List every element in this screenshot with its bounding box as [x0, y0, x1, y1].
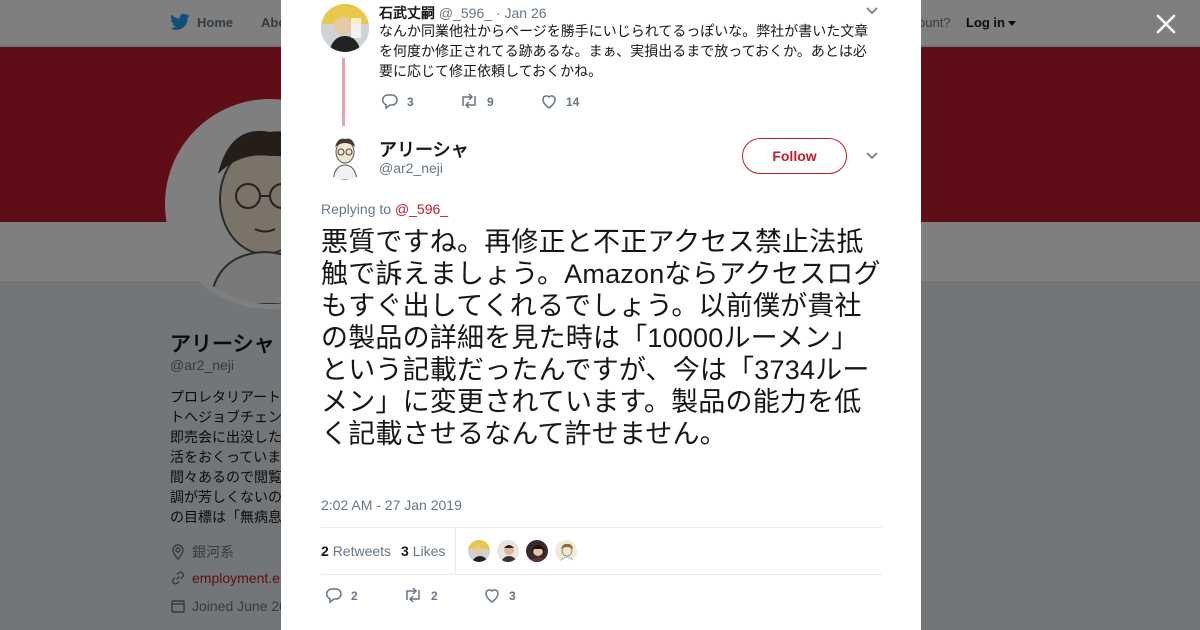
liker-avatar[interactable] — [496, 539, 520, 563]
tweet-stats: 2 Retweets 3 Likes — [321, 527, 882, 575]
retweets-stat[interactable]: 2 Retweets — [321, 543, 391, 559]
stats-divider — [455, 528, 456, 574]
tweet-author-handle[interactable]: @ar2_neji — [379, 160, 443, 176]
retweet-icon — [462, 93, 476, 109]
retweets-stat-label: Retweets — [332, 543, 392, 559]
like-button[interactable]: 3 — [483, 586, 516, 604]
close-icon[interactable] — [1154, 12, 1178, 36]
separator-dot: · — [495, 5, 501, 21]
retweet-count: 2 — [431, 589, 438, 603]
parent-tweet-handle[interactable]: @_596_ — [439, 5, 492, 21]
reply-button[interactable]: 3 — [381, 92, 414, 110]
replying-to-link[interactable]: @_596_ — [395, 201, 448, 217]
liker-avatar[interactable] — [467, 539, 491, 563]
tweet-author-avatar[interactable] — [321, 132, 369, 180]
reply-icon — [381, 94, 398, 110]
tweet-modal: 石武丈嗣 @_596_ · Jan 26 なんか同業他社からページを勝手にいじら… — [281, 0, 921, 630]
tweet-text: 悪質ですね。再修正と不正アクセス禁止法抵触で訴えましょう。Amazonならアクセ… — [321, 227, 881, 449]
heart-icon — [542, 95, 556, 109]
heart-icon — [485, 589, 499, 603]
thread-line — [342, 58, 345, 126]
liker-avatar[interactable] — [525, 539, 549, 563]
replying-to-label: Replying to — [321, 201, 392, 217]
likes-stat-count: 3 — [401, 543, 409, 559]
parent-tweet-header: 石武丈嗣 @_596_ · Jan 26 — [379, 3, 547, 23]
parent-tweet-date[interactable]: Jan 26 — [505, 5, 547, 21]
tweet-timestamp[interactable]: 2:02 AM - 27 Jan 2019 — [321, 497, 462, 513]
replying-to: Replying to @_596_ — [321, 201, 448, 217]
retweet-icon — [406, 587, 420, 603]
parent-tweet-name[interactable]: 石武丈嗣 — [379, 5, 435, 21]
retweets-stat-count: 2 — [321, 543, 329, 559]
parent-tweet-avatar[interactable] — [321, 4, 369, 52]
likes-stat-label: Likes — [412, 543, 446, 559]
tweet-author-name[interactable]: アリーシャ — [379, 136, 469, 162]
retweet-button[interactable]: 2 — [403, 586, 438, 604]
retweet-button[interactable]: 9 — [459, 92, 494, 110]
reply-count: 2 — [351, 589, 358, 603]
like-count: 14 — [566, 95, 580, 109]
parent-tweet-text: なんか同業他社からページを勝手にいじられてるっぽいな。弊社が書いた文章を何度か修… — [379, 23, 869, 79]
reply-count: 3 — [407, 95, 414, 109]
like-count: 3 — [509, 589, 516, 603]
follow-button[interactable]: Follow — [742, 138, 847, 174]
liker-avatar[interactable] — [554, 539, 578, 563]
chevron-down-icon[interactable] — [865, 151, 879, 161]
reply-button[interactable]: 2 — [325, 586, 358, 604]
like-button[interactable]: 14 — [540, 92, 579, 110]
likes-stat[interactable]: 3 Likes — [401, 543, 445, 559]
reply-icon — [325, 588, 342, 604]
chevron-down-icon[interactable] — [865, 6, 879, 16]
retweet-count: 9 — [487, 95, 494, 109]
